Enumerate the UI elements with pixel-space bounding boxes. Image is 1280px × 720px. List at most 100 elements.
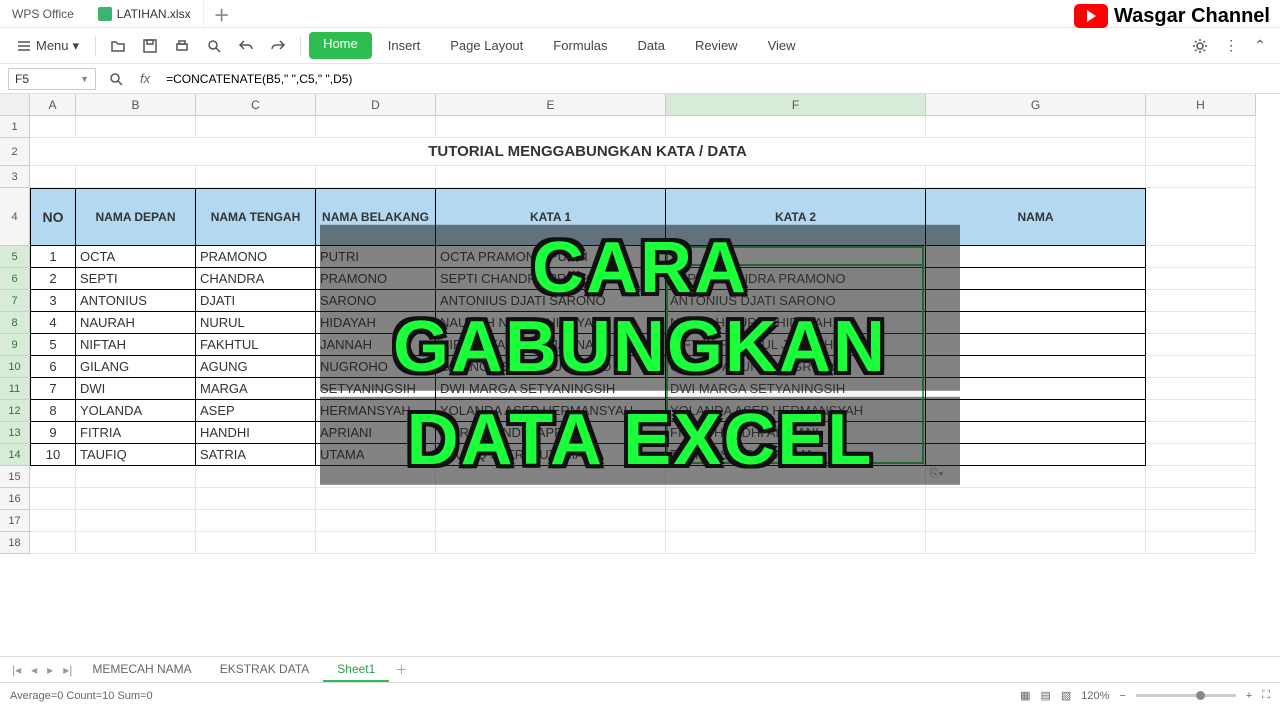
cell[interactable] (926, 378, 1146, 400)
redo-icon[interactable] (264, 34, 292, 58)
settings-icon[interactable] (1186, 34, 1214, 58)
menu-button[interactable]: Menu ▾ (8, 34, 87, 58)
cell[interactable]: SEPTI (76, 268, 196, 290)
row-header[interactable]: 14 (0, 444, 30, 466)
row-header[interactable]: 17 (0, 510, 30, 532)
search-icon[interactable] (102, 67, 130, 91)
cell[interactable]: TUTORIAL MENGGABUNGKAN KATA / DATA (30, 138, 1146, 166)
cell[interactable]: TAUFIQ SATRIA UTAMA (666, 444, 926, 466)
undo-icon[interactable] (232, 34, 260, 58)
new-tab-button[interactable]: ＋ (204, 0, 240, 31)
cell[interactable] (1146, 510, 1256, 532)
cell[interactable] (926, 166, 1146, 188)
cell[interactable] (436, 466, 666, 488)
cell[interactable]: 2 (30, 268, 76, 290)
row-header[interactable]: 1 (0, 116, 30, 138)
cell[interactable] (436, 116, 666, 138)
cell[interactable] (926, 488, 1146, 510)
cell[interactable]: 9 (30, 422, 76, 444)
cell[interactable] (436, 510, 666, 532)
cell[interactable] (926, 268, 1146, 290)
col-header[interactable]: F (666, 94, 926, 116)
view-layout-icon[interactable]: ▤ (1040, 689, 1050, 702)
cell[interactable] (436, 488, 666, 510)
cell[interactable]: 6 (30, 356, 76, 378)
cell[interactable] (1146, 378, 1256, 400)
cell[interactable]: MARGA (196, 378, 316, 400)
cell[interactable]: ANTONIUS DJATI SARONO (436, 290, 666, 312)
cell[interactable]: 10 (30, 444, 76, 466)
sheet-nav-last[interactable]: ▸| (59, 661, 76, 679)
cell[interactable]: 7 (30, 378, 76, 400)
cell[interactable]: DJATI (196, 290, 316, 312)
sheet-tab[interactable]: Sheet1 (323, 658, 389, 682)
row-header[interactable]: 6 (0, 268, 30, 290)
cell[interactable]: NIFTAH FAKHTUL JANNAH (436, 334, 666, 356)
view-break-icon[interactable]: ▧ (1061, 689, 1071, 702)
cell[interactable]: UTAMA (316, 444, 436, 466)
cell[interactable] (30, 116, 76, 138)
cell[interactable] (76, 166, 196, 188)
cell[interactable]: SEPTI CHANDRA PRAMONO (666, 268, 926, 290)
cell[interactable]: YOLANDA ASEP HERMANSYAH (436, 400, 666, 422)
cell[interactable] (1146, 290, 1256, 312)
cell[interactable]: NAURAH (76, 312, 196, 334)
row-header[interactable]: 13 (0, 422, 30, 444)
cell[interactable]: 3 (30, 290, 76, 312)
cell[interactable] (1146, 312, 1256, 334)
cell[interactable] (30, 510, 76, 532)
col-header[interactable]: A (30, 94, 76, 116)
zoom-in-button[interactable]: + (1246, 690, 1252, 702)
formula-input[interactable] (160, 68, 1272, 90)
cell[interactable] (30, 532, 76, 554)
cell[interactable] (76, 532, 196, 554)
cell[interactable] (666, 166, 926, 188)
row-header[interactable]: 16 (0, 488, 30, 510)
cell[interactable]: NAURAH NURUL HIDAYAH (436, 312, 666, 334)
cell[interactable] (196, 532, 316, 554)
cell[interactable]: SATRIA (196, 444, 316, 466)
cell[interactable]: ANTONIUS DJATI SARONO (666, 290, 926, 312)
cell[interactable] (1146, 188, 1256, 246)
cell[interactable]: ASEP (196, 400, 316, 422)
cell[interactable] (926, 532, 1146, 554)
cell[interactable]: NAMA TENGAH (196, 188, 316, 246)
cell[interactable]: YOLANDA ASEP HERMANSYAH (666, 400, 926, 422)
sheet-tab[interactable]: MEMECAH NAMA (78, 658, 205, 682)
cell[interactable] (926, 246, 1146, 268)
ribbon-tab-review[interactable]: Review (681, 32, 752, 59)
ribbon-tab-page-layout[interactable]: Page Layout (436, 32, 537, 59)
row-header[interactable]: 7 (0, 290, 30, 312)
cell[interactable] (1146, 466, 1256, 488)
row-header[interactable]: 12 (0, 400, 30, 422)
cell[interactable]: OCTA PRAMONO PUTRI (666, 246, 926, 268)
col-header[interactable]: G (926, 94, 1146, 116)
cell[interactable] (926, 290, 1146, 312)
open-icon[interactable] (104, 34, 132, 58)
row-header[interactable]: 8 (0, 312, 30, 334)
cell[interactable] (1146, 268, 1256, 290)
cell[interactable]: DWI (76, 378, 196, 400)
col-header[interactable]: H (1146, 94, 1256, 116)
cell[interactable]: 5 (30, 334, 76, 356)
row-header[interactable]: 15 (0, 466, 30, 488)
cell[interactable] (76, 116, 196, 138)
cell[interactable]: KATA 2 (666, 188, 926, 246)
sheet-nav-prev[interactable]: ◂ (27, 661, 41, 679)
cell[interactable]: NAMA DEPAN (76, 188, 196, 246)
cell[interactable] (316, 488, 436, 510)
row-header[interactable]: 10 (0, 356, 30, 378)
cell[interactable]: PUTRI (316, 246, 436, 268)
row-headers[interactable]: 123456789101112131415161718 (0, 116, 30, 554)
cell[interactable] (316, 166, 436, 188)
ribbon-tab-formulas[interactable]: Formulas (539, 32, 621, 59)
cell[interactable] (196, 510, 316, 532)
cell[interactable]: FITRIA (76, 422, 196, 444)
cell[interactable] (666, 466, 926, 488)
row-header[interactable]: 2 (0, 138, 30, 166)
ribbon-tab-insert[interactable]: Insert (374, 32, 435, 59)
cell[interactable]: NUGROHO (316, 356, 436, 378)
cell[interactable]: NIFTAH FAKHTUL JANNAH (666, 334, 926, 356)
cell[interactable]: NAMA (926, 188, 1146, 246)
cell[interactable]: OCTA (76, 246, 196, 268)
